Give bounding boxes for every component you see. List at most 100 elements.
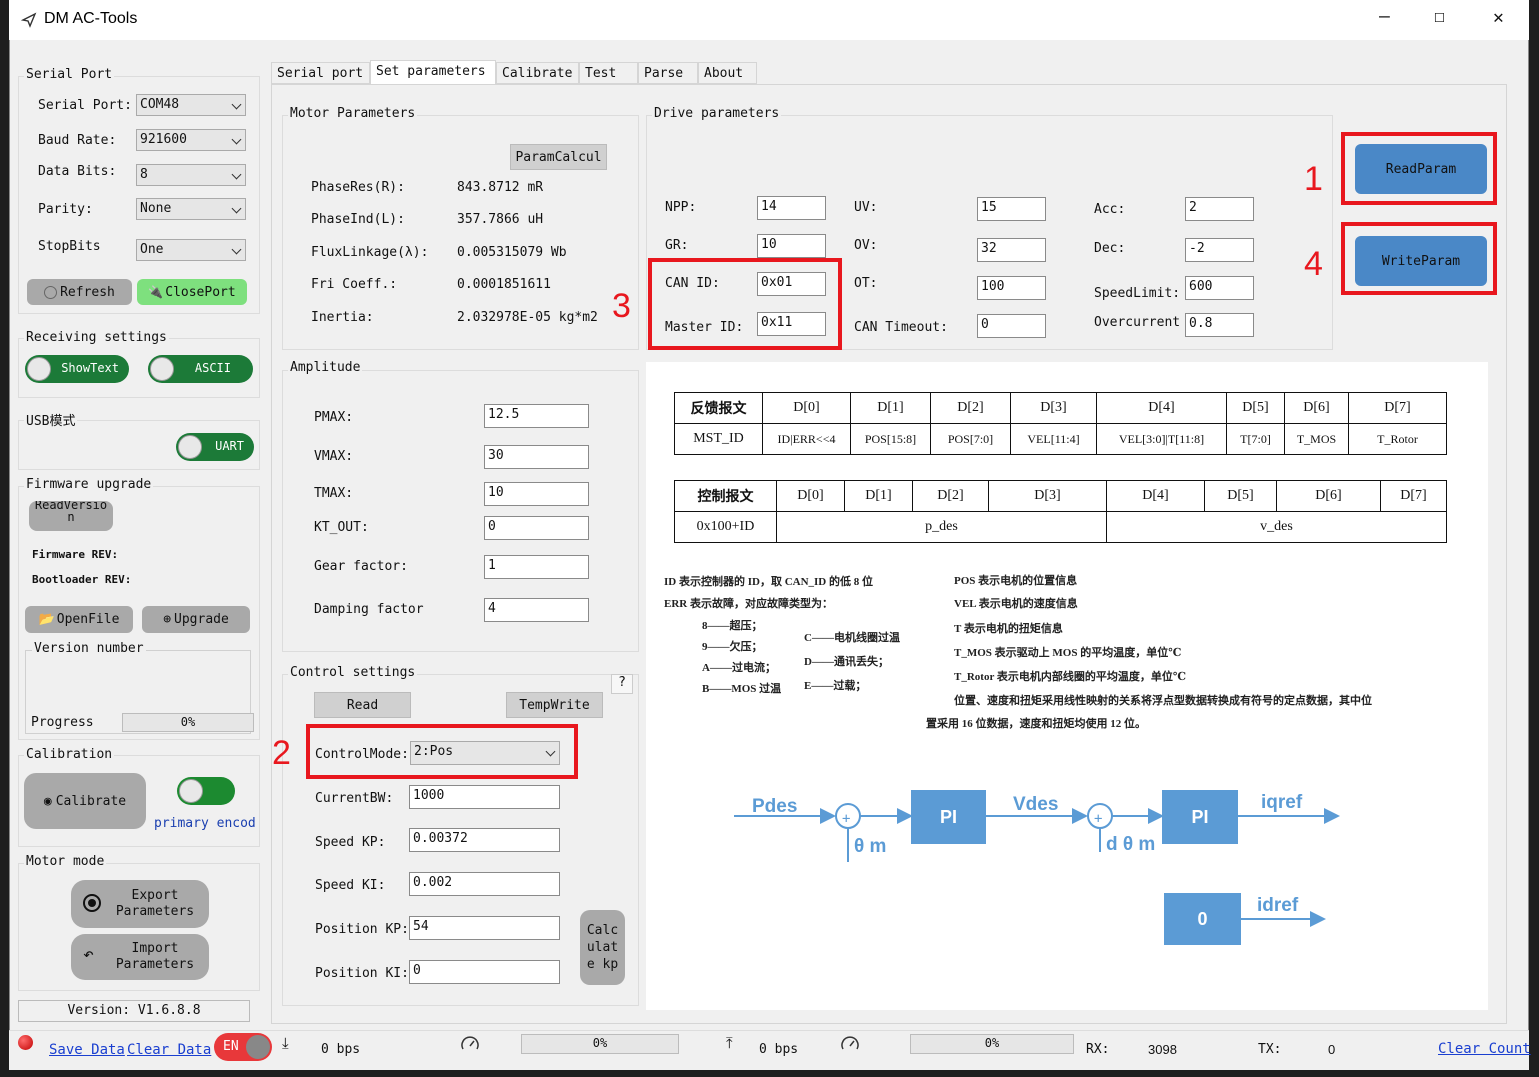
export-params-button[interactable]: Export Parameters [71,880,209,928]
zero-block: 0 [1164,893,1241,945]
phaseind-label: PhaseInd(L): [311,212,405,227]
language-toggle[interactable]: EN [214,1033,272,1061]
encoder-toggle[interactable] [177,777,235,805]
pi-block-2: PI [1162,790,1238,844]
stopbits-label: StopBits [38,239,101,254]
closeport-label: ClosePort [165,284,236,300]
currentbw-label: CurrentBW: [315,791,394,806]
maximize-button[interactable]: ☐ [1434,6,1445,27]
parity-select[interactable]: None [136,198,246,220]
usb-title: USB模式 [24,410,78,429]
import-params-button[interactable]: ↶ Import Parameters [71,934,209,980]
fluxlinkage-value: 0.005315079 Wb [457,245,567,260]
idref-label: idref [1257,895,1299,916]
encoder-label: primary encod [154,816,256,831]
poski-input[interactable]: 0 [409,960,560,984]
refresh-label: Refresh [60,284,115,300]
minimize-button[interactable]: — [1379,6,1390,27]
gr-input[interactable]: 10 [757,234,826,258]
tab-parse[interactable]: Parse [638,62,698,84]
ktout-input[interactable]: 0 [484,516,589,540]
ov-input[interactable]: 32 [977,238,1046,262]
cantimeout-input[interactable]: 0 [977,314,1046,338]
clear-count-link[interactable]: Clear Count [1438,1041,1531,1057]
undo-icon: ↶ [83,944,94,965]
read-button[interactable]: Read [314,692,411,718]
tab-serial-port[interactable]: Serial port [271,62,370,84]
dec-input[interactable]: -2 [1185,238,1254,262]
cantimeout-label: CAN Timeout: [854,320,948,335]
svg-text:+: + [1094,811,1102,827]
tab-test[interactable]: Test [579,62,638,84]
port-select[interactable]: COM48 [136,94,246,116]
upgrade-button[interactable]: ⊕ Upgrade [142,606,250,633]
refresh-icon [44,285,58,299]
showtext-toggle[interactable]: ShowText [25,355,129,383]
port-value: COM48 [140,97,180,112]
ascii-toggle[interactable]: ASCII [148,355,253,383]
ov-label: OV: [854,238,878,253]
pdes-label: Pdes [752,796,798,817]
calibration-title: Calibration [24,747,115,762]
language-label: EN [223,1039,239,1054]
speedkp-input[interactable]: 0.00372 [409,828,560,852]
tab-about[interactable]: About [698,62,757,84]
baud-label: Baud Rate: [38,133,117,148]
databits-select[interactable]: 8 [136,164,246,186]
bootloader-rev-label: Bootloader REV: [32,573,132,586]
writeparam-button[interactable]: WriteParam [1355,236,1487,286]
speedki-input[interactable]: 0.002 [409,872,560,896]
uart-toggle[interactable]: UART [176,433,254,461]
annotation-box-3 [648,258,842,350]
speedlimit-label: SpeedLimit: [1094,286,1181,301]
baud-value: 921600 [140,132,187,147]
openfile-button[interactable]: 📂 OpenFile [25,606,133,633]
refresh-button[interactable]: Refresh [27,279,132,305]
ot-input[interactable]: 100 [977,276,1046,300]
stopbits-select[interactable]: One [136,239,246,261]
closeport-button[interactable]: 🔌 ClosePort [137,279,247,305]
tx-label: TX: [1258,1042,1282,1057]
overcurrent-input[interactable]: 0.8 [1185,313,1254,337]
gear-factor-input[interactable]: 1 [484,555,589,579]
calibrate-button[interactable]: ◉ Calibrate [24,773,146,829]
tab-calibrate[interactable]: Calibrate [496,62,579,84]
phaseres-value: 843.8712 mR [457,180,544,195]
theta-m-label: θ m [854,836,887,857]
save-data-link[interactable]: Save Data [49,1042,125,1058]
calculate-kp-button[interactable]: Calc ulat e kp [580,910,625,985]
paramcalc-button[interactable]: ParamCalcul [510,144,607,170]
npp-input[interactable]: 14 [757,196,826,220]
chevron-down-icon [231,203,242,214]
readversion-label: ReadVersio n [34,501,108,524]
toggle-knob [246,1035,270,1059]
download-icon: ⤓ [282,1034,289,1052]
upgrade-icon: ⊕ [163,612,172,627]
protocol-image: 反馈报文 D[0] D[1] D[2] D[3] D[4] D[5] D[6] … [646,362,1488,1010]
tmax-input[interactable]: 10 [484,482,589,506]
damping-factor-input[interactable]: 4 [484,598,589,622]
help-button[interactable]: ? [611,674,633,694]
uv-input[interactable]: 15 [977,197,1046,221]
speedlimit-input[interactable]: 600 [1185,276,1254,300]
clear-data-link[interactable]: Clear Data [127,1042,211,1058]
controlmode-select[interactable]: 2:Pos [410,741,560,765]
currentbw-input[interactable]: 1000 [409,785,560,809]
gr-label: GR: [665,238,689,253]
version-label: Version: V1.6.8.8 [18,1000,250,1022]
poskp-input[interactable]: 54 [409,916,560,940]
firmware-rev-label: Firmware REV: [32,548,119,561]
tempwrite-button[interactable]: TempWrite [506,692,603,718]
motor-params-title: Motor Parameters [288,106,418,121]
readparam-button[interactable]: ReadParam [1355,144,1487,194]
close-button[interactable]: ✕ [1493,7,1504,28]
radio-selected-icon [83,894,101,912]
vmax-input[interactable]: 30 [484,445,589,469]
readversion-button[interactable]: ReadVersio n [29,501,113,531]
baud-select[interactable]: 921600 [136,129,246,151]
openfile-label: OpenFile [56,612,120,627]
chevron-down-icon [231,134,242,145]
acc-input[interactable]: 2 [1185,197,1254,221]
tab-set-parameters[interactable]: Set parameters [370,60,496,85]
pmax-input[interactable]: 12.5 [484,404,589,428]
